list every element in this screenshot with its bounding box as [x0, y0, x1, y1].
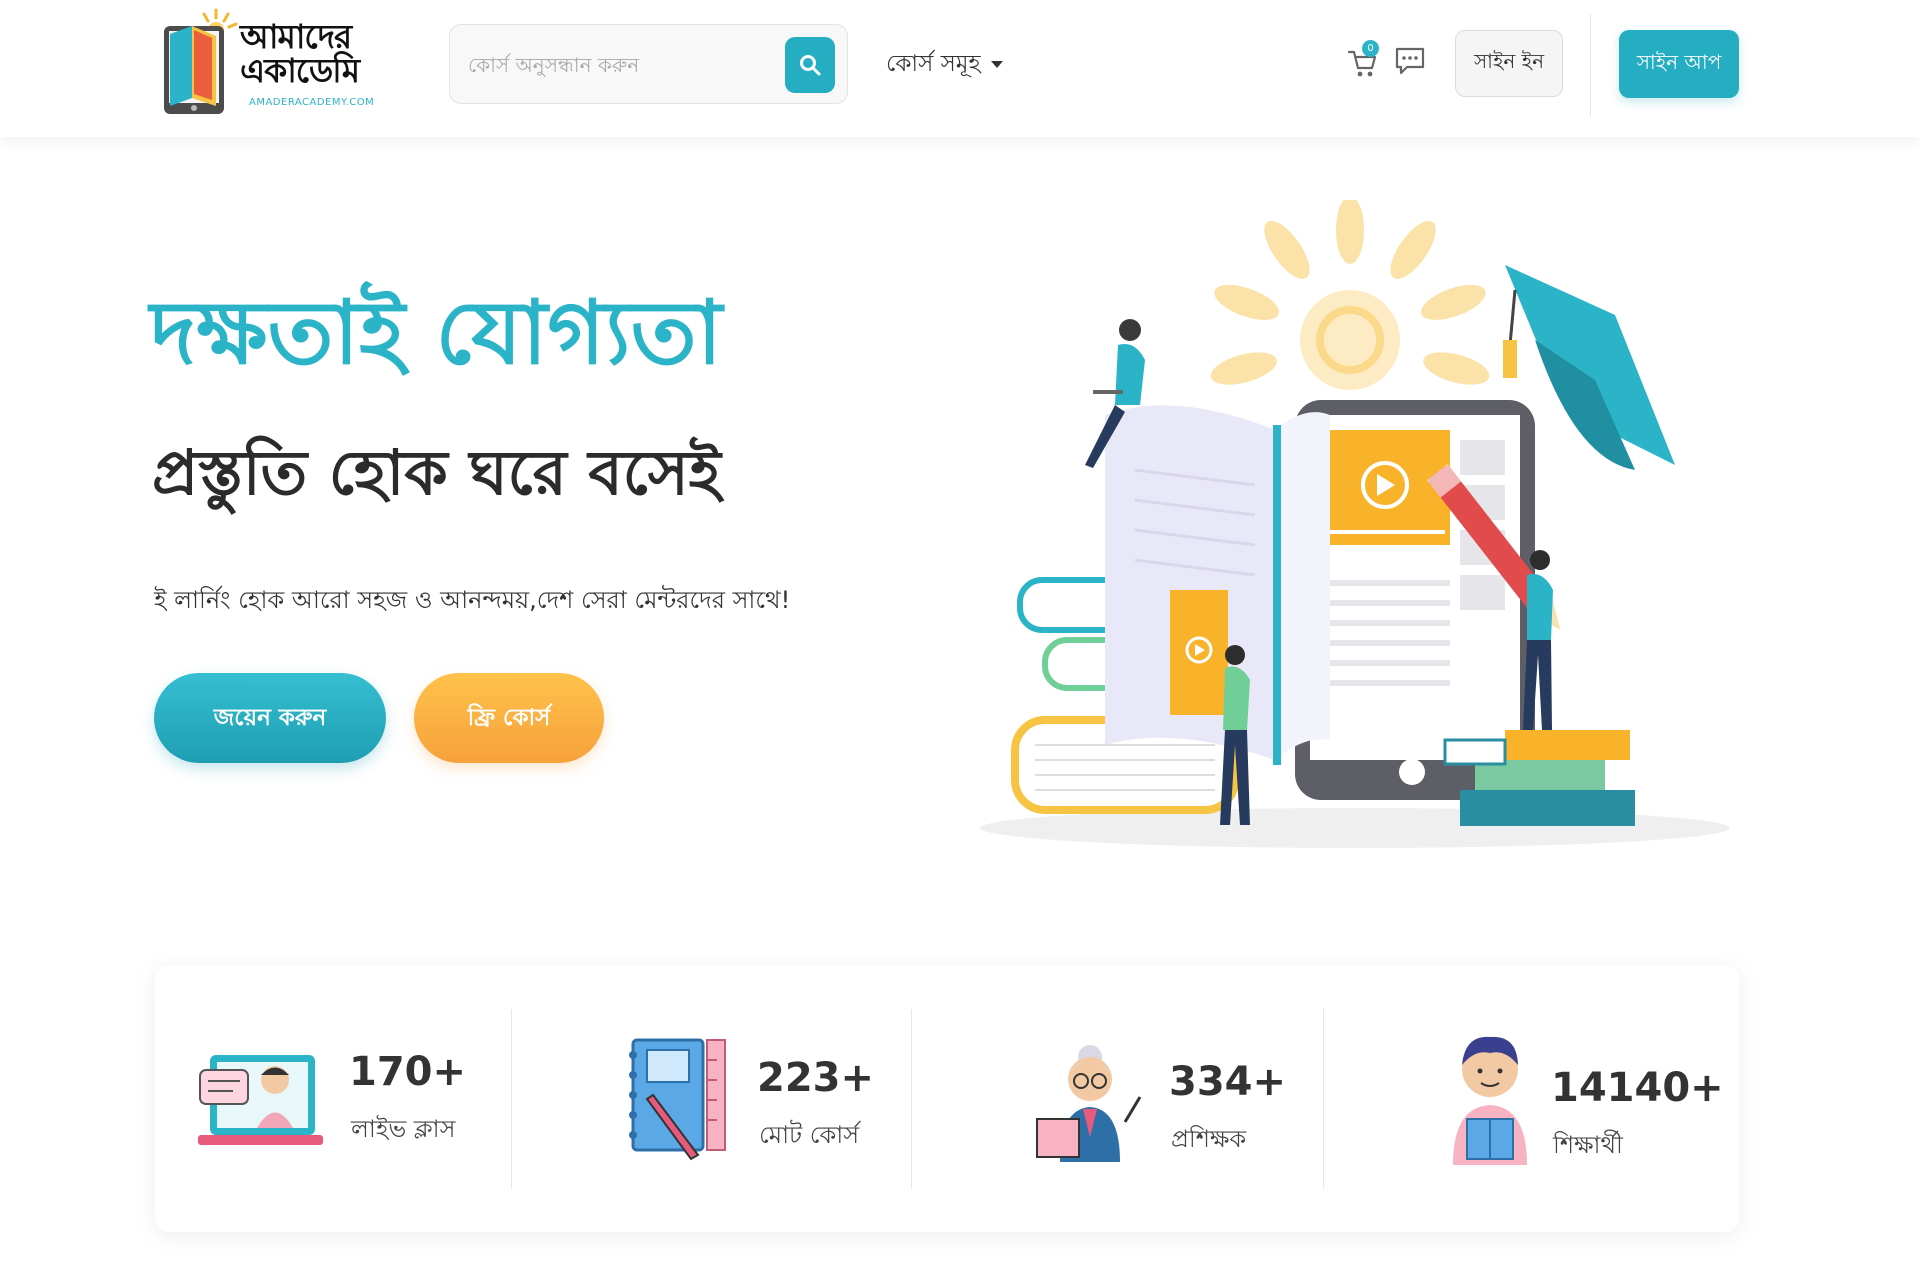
search-input[interactable]: [468, 43, 768, 87]
sun-icon: [1210, 200, 1490, 390]
live-class-count: 170+: [349, 1049, 467, 1095]
total-course-label: মোট কোর্স: [759, 1121, 860, 1149]
search-button[interactable]: [785, 37, 835, 93]
message-icon[interactable]: [1393, 44, 1427, 78]
total-course-count: 223+: [757, 1055, 875, 1101]
courses-dropdown[interactable]: কোর্স সমূহ: [886, 44, 1003, 84]
signup-button[interactable]: সাইন আপ: [1619, 30, 1739, 98]
site-logo[interactable]: আমাদের একাডেমি AMADERACADEMY.COM: [158, 6, 398, 114]
student-count: 14140+: [1551, 1065, 1724, 1111]
cart-count-badge: 0: [1362, 40, 1379, 57]
hero-title: দক্ষতাই যোগ্যতা: [150, 281, 723, 384]
instructor-label: প্রশিক্ষক: [1171, 1125, 1247, 1153]
top-navbar: আমাদের একাডেমি AMADERACADEMY.COM কোর্স স…: [0, 0, 1920, 137]
courses-dropdown-label: কোর্স সমূহ: [886, 50, 981, 77]
notebook-icon: [629, 1038, 726, 1161]
free-course-button[interactable]: ফ্রি কোর্স: [414, 673, 604, 763]
live-class-icon: [198, 1055, 323, 1145]
nav-divider: [1590, 14, 1591, 116]
hero-illustration: [980, 200, 1730, 848]
student-icon: [1453, 1036, 1527, 1165]
stat-divider: [1323, 1009, 1324, 1189]
person-pointing-icon: [1523, 550, 1553, 730]
search-icon: [800, 55, 821, 76]
stat-divider: [911, 1009, 912, 1189]
stats-panel: 170+ লাইভ ক্লাস 223+ মোট কোর্স 334+ প্রশ…: [155, 965, 1739, 1232]
open-book-icon: [1105, 405, 1330, 765]
join-button[interactable]: জয়েন করুন: [154, 673, 386, 763]
chevron-down-icon: [990, 60, 1003, 68]
stat-divider: [511, 1009, 512, 1189]
hero-description: ই লার্নিং হোক আরো সহজ ও আনন্দময়,দেশ সের…: [154, 586, 791, 614]
student-label: শিক্ষার্থী: [1553, 1131, 1623, 1159]
logo-title: আমাদের একাডেমি: [240, 17, 360, 90]
instructor-count: 334+: [1169, 1059, 1287, 1105]
search-box: [449, 24, 848, 104]
instructor-icon: [1036, 1045, 1142, 1162]
live-class-label: লাইভ ক্লাস: [351, 1115, 456, 1143]
signin-button[interactable]: সাইন ইন: [1455, 30, 1563, 97]
logo-subtitle: AMADERACADEMY.COM: [249, 97, 375, 108]
hero-subtitle: প্রস্তুতি হোক ঘরে বসেই: [152, 436, 721, 509]
